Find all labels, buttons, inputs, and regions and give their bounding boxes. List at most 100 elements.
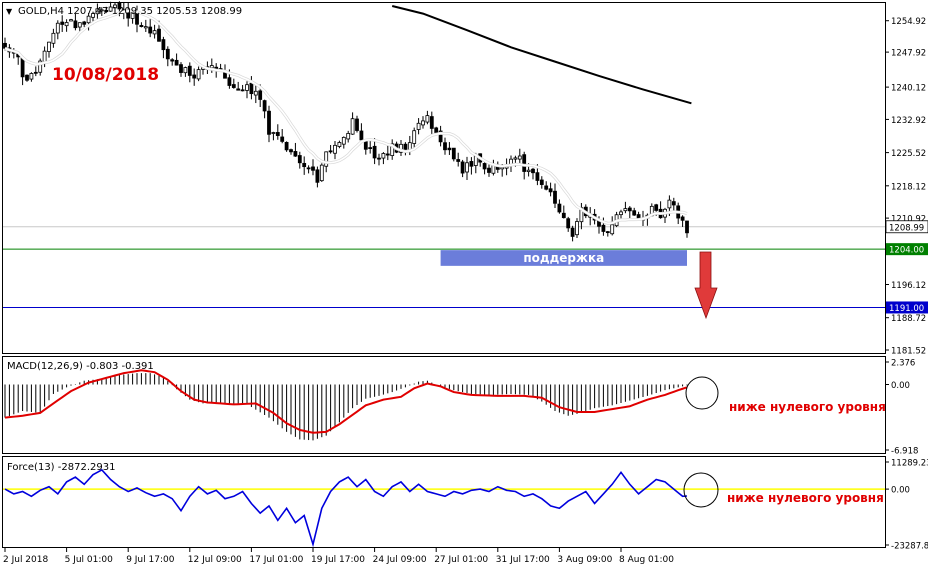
macd-note: ниже нулевого уровня — [729, 400, 886, 414]
candle-body — [680, 216, 685, 221]
candle-body — [183, 67, 188, 74]
force-series — [3, 468, 885, 548]
candle-body — [209, 65, 214, 69]
candle-body — [429, 116, 434, 129]
price-tick-label: 1247.92 — [891, 49, 926, 59]
price-tick-label: 1232.92 — [891, 116, 926, 126]
candle-body — [341, 136, 346, 145]
candle-body — [69, 19, 73, 22]
x-tick-label: 5 Jul 01:00 — [65, 555, 114, 565]
candle-body — [249, 82, 254, 95]
dropdown-arrow-icon[interactable]: ▼ — [6, 7, 13, 16]
candle-body — [421, 120, 425, 126]
force-tick-label: -23287.85 — [891, 542, 928, 552]
candle-body — [289, 149, 293, 153]
candle-body — [377, 157, 381, 160]
fast-ma-shadow — [4, 9, 688, 225]
candle-body — [284, 141, 289, 151]
candle-body — [192, 74, 197, 79]
candle-body — [293, 151, 298, 157]
candle-body — [451, 147, 456, 160]
force-title: Force(13) -2872.2931 — [7, 462, 115, 473]
force-highlight-circle — [683, 472, 719, 508]
candle-body — [143, 26, 148, 29]
chart-canvas[interactable]: поддержка 1254.921247.921240.121232.9212… — [0, 0, 928, 569]
price-panel-frame — [2, 2, 886, 354]
candle-body — [297, 155, 302, 164]
candle-body — [306, 167, 311, 170]
candle-body — [465, 162, 469, 173]
target-level-tag-label: 1191.00 — [889, 304, 924, 314]
candle-body — [55, 22, 60, 34]
candle-body — [443, 142, 447, 151]
candle-body — [271, 132, 276, 134]
candle-body — [548, 188, 553, 193]
candle-body — [372, 145, 377, 159]
candle-body — [544, 185, 549, 190]
candle-body — [522, 154, 527, 172]
candle-body — [654, 204, 659, 211]
candle-body — [623, 208, 628, 212]
price-tick-label: 1254.92 — [891, 17, 926, 27]
candle-body — [539, 179, 544, 185]
price-tick-label: 1181.52 — [891, 347, 926, 357]
candle-body — [139, 25, 144, 27]
price-tick-label: 1196.12 — [891, 281, 926, 291]
candle-body — [47, 41, 51, 52]
macd-tick-label: 0.00 — [891, 381, 910, 391]
macd-series — [4, 369, 688, 441]
candle-body — [148, 26, 153, 34]
candle-body — [667, 199, 672, 209]
candle-body — [258, 90, 263, 100]
fast-ma-line — [4, 9, 688, 225]
candle-body — [531, 168, 535, 174]
x-tick-label: 24 Jul 09:00 — [373, 555, 427, 565]
candle-body — [51, 32, 56, 44]
candle-body — [368, 147, 373, 149]
candle-body — [179, 64, 183, 73]
macd-tick-label: -6.918 — [891, 447, 918, 457]
x-tick-label: 3 Aug 09:00 — [557, 555, 612, 565]
candle-body — [77, 22, 82, 28]
candle-body — [447, 147, 452, 151]
candle-body — [311, 166, 315, 171]
candle-body — [275, 132, 280, 136]
candle-body — [416, 122, 421, 130]
candle-body — [526, 169, 531, 173]
x-tick-label: 19 Jul 17:00 — [311, 555, 365, 565]
candle-body — [610, 224, 615, 235]
candle-body — [601, 224, 606, 232]
candle-body — [627, 207, 632, 212]
price-tick-label: 1188.72 — [891, 314, 926, 324]
candle-body — [487, 167, 491, 173]
candle-body — [557, 203, 562, 213]
price-tick-label: 1240.12 — [891, 84, 926, 94]
macd-highlight-circle — [685, 376, 719, 410]
candle-body — [165, 48, 170, 60]
candle-body — [333, 144, 337, 154]
candle-body — [359, 130, 364, 141]
down-arrow-icon — [694, 251, 718, 320]
candle-body — [619, 211, 623, 216]
candle-body — [236, 88, 241, 91]
force-tick-label: 0.00 — [891, 486, 910, 496]
candle-body — [363, 140, 368, 150]
candle-body — [267, 110, 271, 135]
candle-body — [174, 59, 179, 66]
candle-body — [434, 127, 439, 133]
candle-body — [456, 159, 461, 162]
price-tick-label: 1225.52 — [891, 149, 926, 159]
x-tick-label: 9 Jul 17:00 — [126, 555, 175, 565]
candle-body — [152, 30, 157, 35]
macd-title: MACD(12,26,9) -0.803 -0.391 — [7, 361, 154, 372]
candle-body — [469, 161, 474, 167]
candle-body — [513, 157, 518, 160]
candle-body — [170, 59, 175, 62]
candle-body — [605, 231, 610, 234]
x-tick-label: 17 Jul 01:00 — [249, 555, 303, 565]
candle-body — [425, 115, 430, 123]
candle-body — [315, 169, 320, 183]
candle-body — [460, 161, 465, 174]
macd-tick-label: 2.376 — [891, 359, 915, 369]
candle-body — [25, 74, 29, 81]
